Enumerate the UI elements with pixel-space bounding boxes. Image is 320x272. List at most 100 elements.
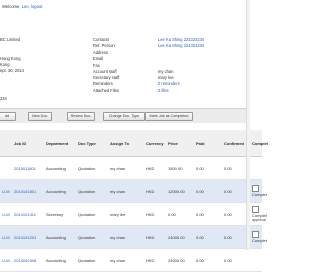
table-row[interactable]: U-M 2014101311 Secretary Quotation mary … <box>0 202 267 226</box>
row-prefix: U-M <box>0 248 12 272</box>
row-prefix: U-M <box>0 202 12 226</box>
doc-type-cell: Quotation <box>76 179 108 203</box>
price-cell: 24000.00 <box>166 225 194 249</box>
address-line-1: Hong Kong <box>0 56 21 61</box>
welcome-prefix: Welcome, <box>2 4 21 9</box>
header-job-id[interactable]: Job ID <box>12 130 44 157</box>
currency-cell: HKD <box>144 179 166 203</box>
doc-type-cell: Quotation <box>76 225 108 249</box>
header-currency[interactable]: Currency <box>144 130 166 157</box>
header-assign-to[interactable]: Assign To <box>108 130 144 157</box>
label-attached-files: Attached Files <box>93 88 119 93</box>
label-ref-person: Ref. Person <box>93 43 115 48</box>
header-completed[interactable]: Complet <box>250 130 268 157</box>
table-header-row: Job ID Department Doc Type Assign To Cur… <box>0 130 268 157</box>
checkbox-icon[interactable] <box>252 185 259 192</box>
table-row[interactable]: U-M 2014101201 Accounting Quotation my c… <box>0 225 267 249</box>
review-doc-button[interactable]: Review Doc. <box>67 112 95 121</box>
table-row[interactable]: U-M 2014092308 Accounting Quotation my c… <box>0 248 262 272</box>
doc-type-cell: Quotation <box>76 202 108 226</box>
header-spacer <box>0 130 12 157</box>
price-cell: 1500.00 <box>166 156 194 180</box>
top-bar <box>0 0 250 19</box>
ref-person-link[interactable]: Lee Ka Shing 224324234 <box>158 43 204 48</box>
paid-cell: 0.00 <box>194 156 222 180</box>
header-doc-type[interactable]: Doc Type <box>76 130 108 157</box>
label-contacts: Contacts <box>93 37 110 42</box>
table-row[interactable]: U-M 2014101801 Accounting Quotation my c… <box>0 179 267 203</box>
completed-subtext: approval <box>252 218 266 222</box>
price-cell: 12000.00 <box>166 179 194 203</box>
secretary-staff-value: mary lee <box>158 75 174 80</box>
change-doc-type-button[interactable]: Change Doc. Type <box>103 112 145 121</box>
currency-cell: HKD <box>144 225 166 249</box>
label-fax: Fax <box>93 63 100 68</box>
welcome-text: Welcome, Lee, logout <box>2 4 43 9</box>
job-id-link[interactable]: 2014101201 <box>12 225 44 249</box>
logout-link[interactable]: logout <box>31 4 42 9</box>
price-cell: 24000.00 <box>166 248 194 272</box>
department-cell: Accounting <box>44 179 76 203</box>
label-reminders: Reminders <box>93 81 113 86</box>
jobs-table: Job ID Department Doc Type Assign To Cur… <box>0 130 268 272</box>
date-value: ept. 30, 2014 <box>0 68 24 73</box>
job-id-link[interactable]: 2014101311 <box>12 202 44 226</box>
completed-text: Complet <box>252 192 267 197</box>
label-secretary-staff: Secretary staff <box>93 75 120 80</box>
job-id-link[interactable]: 2015011801 <box>12 156 44 180</box>
currency-cell: HKD <box>144 248 166 272</box>
completed-text: Complet <box>252 238 267 243</box>
row-prefix: U-M <box>0 225 12 249</box>
user-link[interactable]: Lee <box>22 4 29 9</box>
header-department[interactable]: Department <box>44 130 76 157</box>
paid-cell: 0.00 <box>194 179 222 203</box>
table-row[interactable]: 2015011801 Accounting Quotation my chan … <box>0 156 262 180</box>
assign-to-cell: mary lee <box>108 202 144 226</box>
row-prefix <box>0 156 12 180</box>
label-account-staff: Account staff <box>93 69 117 74</box>
department-cell: Secretary <box>44 202 76 226</box>
reminders-link[interactable]: 0 reminders <box>158 81 180 86</box>
paid-cell: 0.00 <box>194 225 222 249</box>
confirmed-cell: 0.00 <box>222 248 250 272</box>
label-address: Address <box>93 50 109 55</box>
department-cell: Accounting <box>44 248 76 272</box>
currency-cell: HKD <box>144 202 166 226</box>
assign-to-cell: my chan <box>108 179 144 203</box>
department-cell: Accounting <box>44 156 76 180</box>
checkbox-icon[interactable] <box>252 206 259 213</box>
add-button[interactable]: dd <box>0 112 16 121</box>
completed-cell: Complet <box>250 179 267 203</box>
contacts-link[interactable]: Lee Ka Shing 224324234 <box>158 37 204 42</box>
completed-cell <box>250 156 262 180</box>
vertical-scrollbar[interactable] <box>246 0 250 250</box>
job-id-link[interactable]: 2014101801 <box>12 179 44 203</box>
completed-cell <box>250 248 262 272</box>
action-toolbar: dd View Doc. Review Doc. Change Doc. Typ… <box>0 108 250 124</box>
ref-value: 234 <box>0 96 7 101</box>
mark-job-completed-button[interactable]: Mark Job as Completed <box>145 112 193 121</box>
doc-type-cell: Quotation <box>76 248 108 272</box>
assign-to-cell: my chan <box>108 225 144 249</box>
paid-cell: 0.00 <box>194 248 222 272</box>
assign-to-cell: my chan <box>108 248 144 272</box>
account-staff-value: my chan <box>158 69 174 74</box>
view-doc-button[interactable]: View Doc. <box>28 112 52 121</box>
attached-files-link[interactable]: 2 files <box>158 88 169 93</box>
row-prefix: U-M <box>0 179 12 203</box>
completed-cell: Complet approval <box>250 202 267 226</box>
spacer <box>0 123 250 130</box>
job-id-link[interactable]: 2014092308 <box>12 248 44 272</box>
label-email: Email <box>93 56 104 61</box>
company-name: BC Limited <box>0 37 21 42</box>
checkbox-icon[interactable] <box>252 231 259 238</box>
currency-cell: HKD <box>144 156 166 180</box>
paid-cell: 0.00 <box>194 202 222 226</box>
address-line-2: Kong <box>0 62 10 67</box>
price-cell: 0.00 <box>166 202 194 226</box>
assign-to-cell: my chan <box>108 156 144 180</box>
header-price[interactable]: Price <box>166 130 194 157</box>
department-cell: Accounting <box>44 225 76 249</box>
header-paid[interactable]: Paid <box>194 130 222 157</box>
completed-cell: Complet <box>250 225 267 249</box>
